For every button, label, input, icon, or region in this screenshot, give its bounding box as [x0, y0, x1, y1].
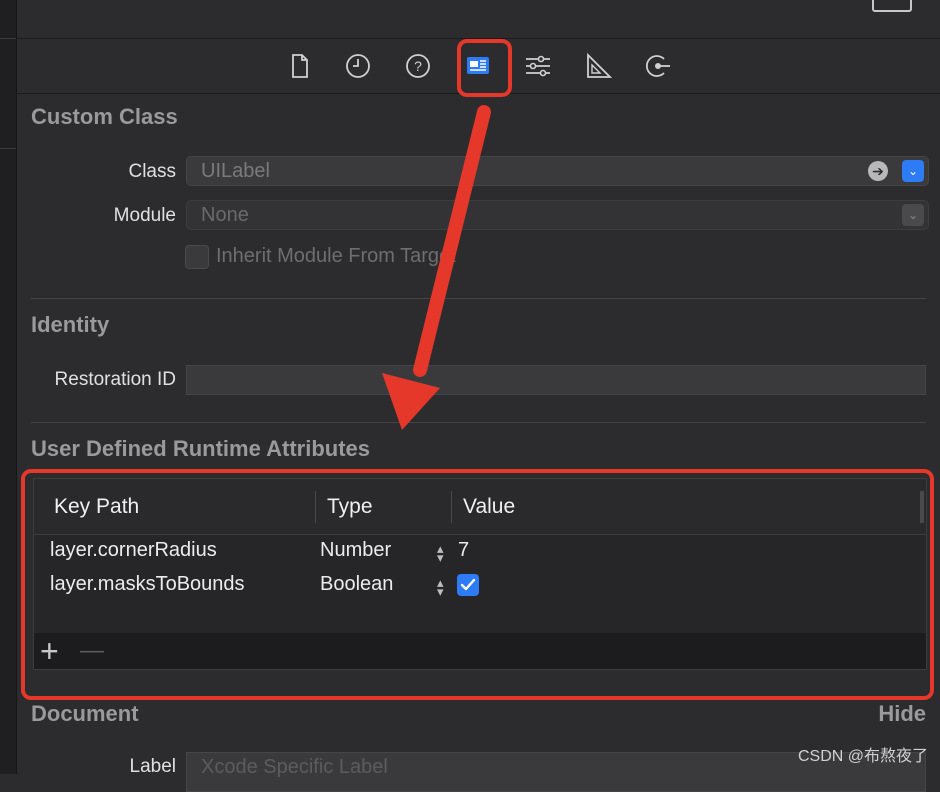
- module-label: Module: [113, 205, 176, 226]
- go-to-class-icon[interactable]: ➔: [868, 161, 888, 181]
- section-divider: [31, 298, 926, 299]
- module-dropdown-button[interactable]: ⌄: [902, 204, 924, 226]
- annotation-highlight-table: [21, 469, 934, 700]
- label-label: Label: [129, 756, 177, 777]
- document-title: Document: [31, 701, 139, 726]
- size-inspector-icon[interactable]: [583, 51, 613, 81]
- module-field-value: None: [201, 204, 249, 226]
- label-field-placeholder: Xcode Specific Label: [201, 756, 388, 778]
- class-field-value: UILabel: [201, 160, 270, 182]
- file-inspector-icon[interactable]: [284, 51, 314, 81]
- runtime-attributes-title: User Defined Runtime Attributes: [31, 436, 371, 461]
- history-inspector-icon[interactable]: [343, 51, 373, 81]
- attributes-inspector-icon[interactable]: [523, 51, 553, 81]
- annotation-highlight-toolbar: [457, 39, 512, 97]
- hide-document-button[interactable]: Hide: [878, 701, 926, 727]
- inspector-top-bar: [17, 0, 940, 39]
- inherit-module-checkbox[interactable]: [185, 245, 209, 269]
- class-field[interactable]: UILabel ➔ ⌄: [186, 156, 929, 186]
- class-dropdown-button[interactable]: ⌄: [902, 160, 924, 182]
- watermark: CSDN @布熬夜了: [797, 748, 928, 765]
- inherit-module-label: Inherit Module From Target: [216, 245, 456, 267]
- quick-help-icon[interactable]: ?: [403, 51, 433, 81]
- identity-title: Identity: [31, 312, 110, 337]
- custom-class-title: Custom Class: [31, 104, 178, 129]
- restoration-id-label: Restoration ID: [54, 369, 176, 390]
- layout-toggle-icon[interactable]: [872, 0, 912, 12]
- restoration-id-field[interactable]: [186, 365, 926, 395]
- section-divider: [31, 422, 926, 423]
- connections-inspector-icon[interactable]: [643, 51, 673, 81]
- svg-text:?: ?: [414, 58, 422, 74]
- module-field[interactable]: None ⌄: [186, 200, 929, 230]
- class-label: Class: [128, 161, 176, 182]
- left-pane-edge: [0, 0, 17, 774]
